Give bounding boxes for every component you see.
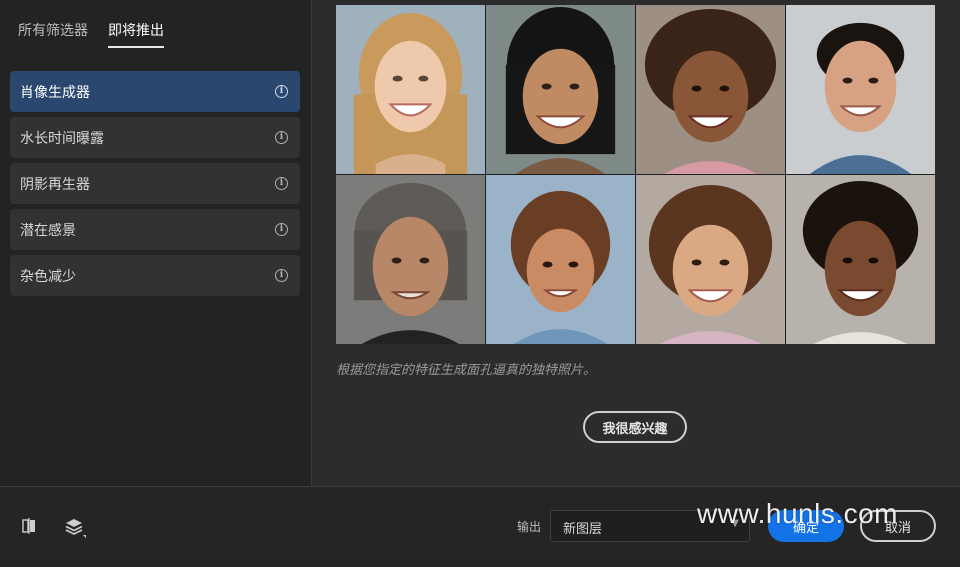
filter-item-latent-scene[interactable]: 潜在感景 i	[10, 209, 300, 250]
portrait-preview-grid	[336, 5, 935, 344]
filter-item-noise-reduction[interactable]: 杂色减少 i	[10, 255, 300, 296]
filter-description: 根据您指定的特征生成面孔逼真的独特照片。	[336, 363, 597, 378]
portrait-image	[786, 175, 935, 344]
portrait-image	[786, 5, 935, 174]
compare-icon[interactable]	[20, 517, 40, 537]
portrait-image	[486, 5, 635, 174]
output-select[interactable]: 新图层 ▼	[550, 510, 750, 542]
tab-all-filters[interactable]: 所有筛选器	[18, 20, 88, 48]
filter-list: 肖像生成器 i 水长时间曝露 i 阴影再生器 i 潜在感景 i 杂色减少 i	[10, 71, 300, 301]
bottom-toolbar: 输出 新图层 ▼ 确定 取消 www.hunls.com	[0, 486, 960, 567]
output-select-value: 新图层	[563, 522, 603, 537]
chevron-down-icon: ▼	[731, 518, 739, 529]
filter-item-label: 潜在感景	[20, 222, 76, 239]
cancel-button[interactable]: 取消	[860, 510, 936, 542]
portrait-image	[486, 175, 635, 344]
filter-tabs: 所有筛选器 即将推出	[18, 20, 164, 48]
info-icon[interactable]: i	[275, 223, 288, 236]
info-icon[interactable]: i	[275, 177, 288, 190]
portrait-image	[636, 175, 785, 344]
interest-button[interactable]: 我很感兴趣	[583, 411, 687, 443]
portrait-image	[336, 175, 485, 344]
info-icon[interactable]: i	[275, 85, 288, 98]
info-icon[interactable]: i	[275, 269, 288, 282]
filter-item-long-exposure[interactable]: 水长时间曝露 i	[10, 117, 300, 158]
portrait-image	[636, 5, 785, 174]
confirm-button[interactable]: 确定	[768, 510, 844, 542]
filter-item-label: 水长时间曝露	[20, 130, 104, 147]
filter-item-shadow-regenerator[interactable]: 阴影再生器 i	[10, 163, 300, 204]
filter-sidebar: 所有筛选器 即将推出 肖像生成器 i 水长时间曝露 i 阴影再生器 i 潜在感景…	[0, 0, 312, 486]
output-label: 输出	[517, 520, 542, 534]
portrait-image	[336, 5, 485, 174]
tab-coming-soon[interactable]: 即将推出	[108, 20, 164, 48]
layers-icon[interactable]	[64, 517, 86, 538]
info-icon[interactable]: i	[275, 131, 288, 144]
filter-item-label: 肖像生成器	[20, 84, 90, 101]
filter-item-label: 阴影再生器	[20, 176, 90, 193]
filter-item-portrait-generator[interactable]: 肖像生成器 i	[10, 71, 300, 112]
filter-item-label: 杂色减少	[20, 268, 76, 285]
filter-preview-panel: 根据您指定的特征生成面孔逼真的独特照片。 我很感兴趣	[312, 0, 960, 486]
